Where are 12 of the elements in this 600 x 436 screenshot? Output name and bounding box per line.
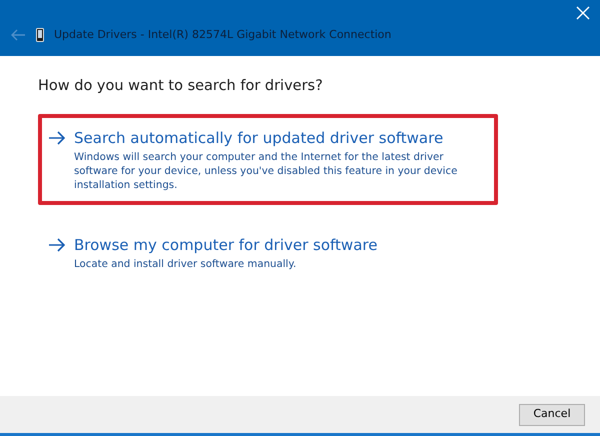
option-description: Windows will search your computer and the Internet for the latest driver software for your device, unless you've disabled this feature in your device installation settings. [74,150,458,193]
close-button[interactable] [574,4,592,22]
option-link[interactable]: Browse my computer for driver software [74,234,378,256]
heading: How do you want to search for drivers? [38,77,324,96]
option-link[interactable]: Search automatically for updated driver software [74,126,444,150]
device-icon [36,28,44,42]
arrow-icon [48,238,66,252]
cancel-button[interactable]: Cancel [519,404,585,426]
window-title: Update Drivers - Intel(R) 82574L Gigabit Network Connection [54,27,392,43]
option-description: Locate and install driver software manually. [74,258,298,272]
arrow-icon [48,130,66,145]
close-icon [576,6,590,20]
